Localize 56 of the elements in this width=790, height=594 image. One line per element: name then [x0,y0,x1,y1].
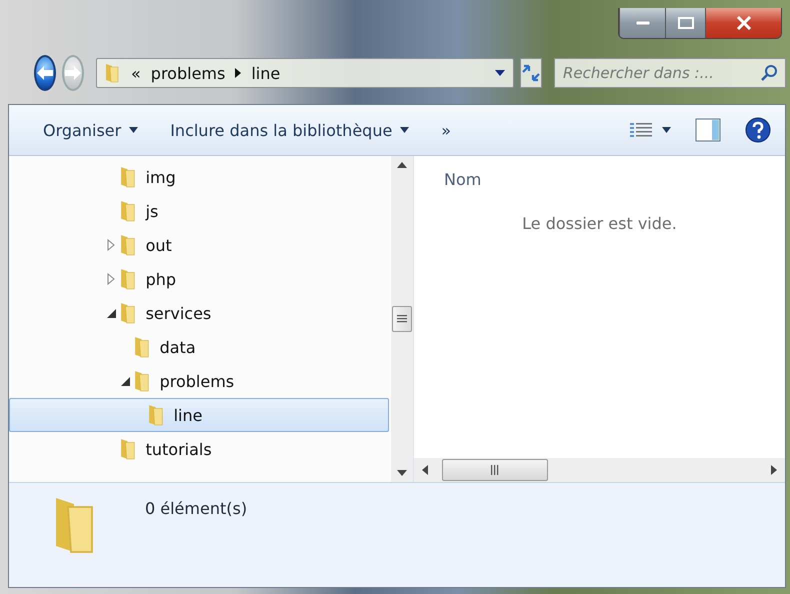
maximize-button[interactable] [665,8,705,38]
back-button[interactable] [34,55,56,91]
tree-item[interactable]: line [9,398,389,432]
column-header[interactable]: Nom [414,156,785,190]
tree-item[interactable]: tutorials [9,432,389,466]
folder-icon [105,63,121,83]
scroll-thumb[interactable] [442,459,548,481]
breadcrumb-segment[interactable]: line [251,64,280,82]
tree-item[interactable]: problems [9,364,389,398]
breadcrumb-overflow[interactable]: « [131,64,141,82]
refresh-arrows-icon [521,64,541,82]
scroll-thumb[interactable] [392,306,412,332]
refresh-button[interactable] [520,58,542,88]
close-icon [736,16,752,30]
minimize-icon [636,21,650,25]
preview-pane-icon [695,118,721,142]
help-button[interactable] [743,115,773,145]
tree-item[interactable]: js [9,194,389,228]
scroll-left-icon[interactable] [422,465,428,475]
empty-folder-message: Le dossier est vide. [521,214,678,233]
toolbar-menu-button[interactable]: Organiser [37,116,144,144]
grip-icon [397,314,407,324]
maximize-icon [678,17,694,29]
tree-item[interactable]: data [9,330,389,364]
vertical-scrollbar[interactable] [391,156,413,482]
tree-item[interactable]: php [9,262,389,296]
tree-item[interactable]: img [9,160,389,194]
view-options-button[interactable] [628,120,673,140]
dropdown-caret-icon[interactable] [495,70,505,76]
caret-icon [662,127,671,133]
address-bar[interactable]: « problems line [96,58,514,88]
search-field[interactable]: Rechercher dans :... [554,58,786,88]
breadcrumb-arrow-icon[interactable] [235,68,242,78]
tree-item[interactable]: services [9,296,389,330]
forward-arrow-icon [64,65,82,81]
collapse-arrow-icon[interactable] [120,376,130,386]
grip-icon [490,465,500,475]
back-arrow-icon [36,65,54,81]
breadcrumb-segment[interactable]: problems [150,64,226,82]
help-icon [745,117,771,143]
minimize-button[interactable] [619,8,665,38]
search-icon[interactable] [760,64,778,82]
more-button[interactable]: » [435,116,458,144]
expand-arrow-icon[interactable] [107,239,115,251]
close-button[interactable] [705,8,781,38]
item-count: 0 élément(s) [145,499,248,518]
horizontal-scrollbar[interactable] [414,458,785,482]
expand-arrow-icon[interactable] [107,273,115,285]
toolbar-menu-button[interactable]: Inclure dans la bibliothèque [164,116,416,144]
scroll-right-icon[interactable] [771,465,777,475]
scroll-up-icon[interactable] [397,162,407,168]
preview-pane-button[interactable] [693,116,723,144]
tree-item[interactable]: out [9,228,389,262]
details-view-icon [630,122,652,138]
collapse-arrow-icon[interactable] [106,308,116,318]
scroll-down-icon[interactable] [397,470,407,476]
